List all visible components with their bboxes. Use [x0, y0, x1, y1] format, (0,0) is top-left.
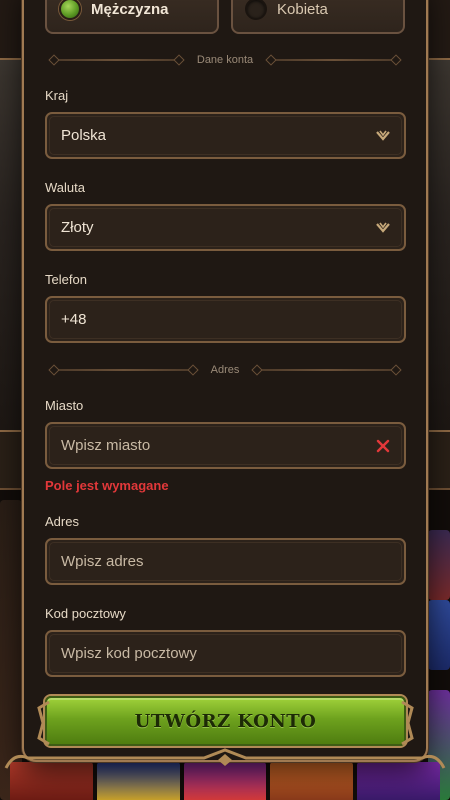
background-game-tile [428, 530, 450, 600]
postal-code-input[interactable]: Wpisz kod pocztowy [45, 630, 406, 677]
background-game-row [0, 762, 450, 800]
gender-female-label: Kobieta [277, 0, 328, 18]
radio-unselected-icon [245, 0, 267, 20]
background-game-tile [10, 762, 93, 800]
create-account-label: UTWÓRZ KONTO [134, 710, 317, 732]
gender-option-male[interactable]: Mężczyzna [45, 0, 219, 34]
country-value: Polska [61, 127, 107, 144]
close-icon[interactable] [376, 439, 390, 453]
city-error-message: Pole jest wymagane [45, 478, 169, 493]
divider-line [50, 369, 197, 371]
country-select[interactable]: Polska [45, 112, 406, 159]
background-game-tile [428, 600, 450, 670]
street-placeholder: Wpisz adres [61, 553, 144, 570]
street-input[interactable]: Wpisz adres [45, 538, 406, 585]
chevron-down-icon [376, 222, 390, 233]
gender-male-label: Mężczyzna [91, 0, 169, 18]
postal-code-label: Kod pocztowy [45, 606, 126, 621]
radio-selected-icon [59, 0, 81, 20]
phone-value: +48 [61, 311, 87, 328]
divider-line [50, 59, 183, 61]
divider-line [267, 59, 401, 61]
phone-input[interactable]: +48 [45, 296, 406, 343]
background-game-tile [357, 762, 440, 800]
section-title-account: Dane konta [196, 54, 254, 66]
currency-label: Waluta [45, 180, 85, 195]
background-game-tile [0, 500, 22, 800]
button-ornament-left [37, 700, 50, 746]
divider-line [253, 369, 400, 371]
create-account-button[interactable]: UTWÓRZ KONTO [37, 696, 414, 746]
city-placeholder: Wpisz miasto [61, 437, 151, 454]
background-game-tile [96, 762, 180, 800]
postal-code-placeholder: Wpisz kod pocztowy [61, 645, 197, 662]
section-title-address: Adres [210, 364, 240, 376]
phone-label: Telefon [45, 272, 87, 287]
currency-select[interactable]: Złoty [45, 204, 406, 251]
background-game-tile [183, 762, 267, 800]
chevron-down-icon [376, 130, 390, 141]
city-label: Miasto [45, 398, 84, 413]
gender-option-female[interactable]: Kobieta [231, 0, 405, 34]
country-label: Kraj [45, 88, 69, 103]
background-game-tile [270, 762, 354, 800]
button-ornament-right [401, 700, 414, 746]
city-input[interactable]: Wpisz miasto [45, 422, 406, 469]
section-divider-address: Adres [50, 362, 400, 378]
street-label: Adres [45, 514, 79, 529]
section-divider-account: Dane konta [50, 52, 401, 68]
currency-value: Złoty [61, 219, 94, 236]
